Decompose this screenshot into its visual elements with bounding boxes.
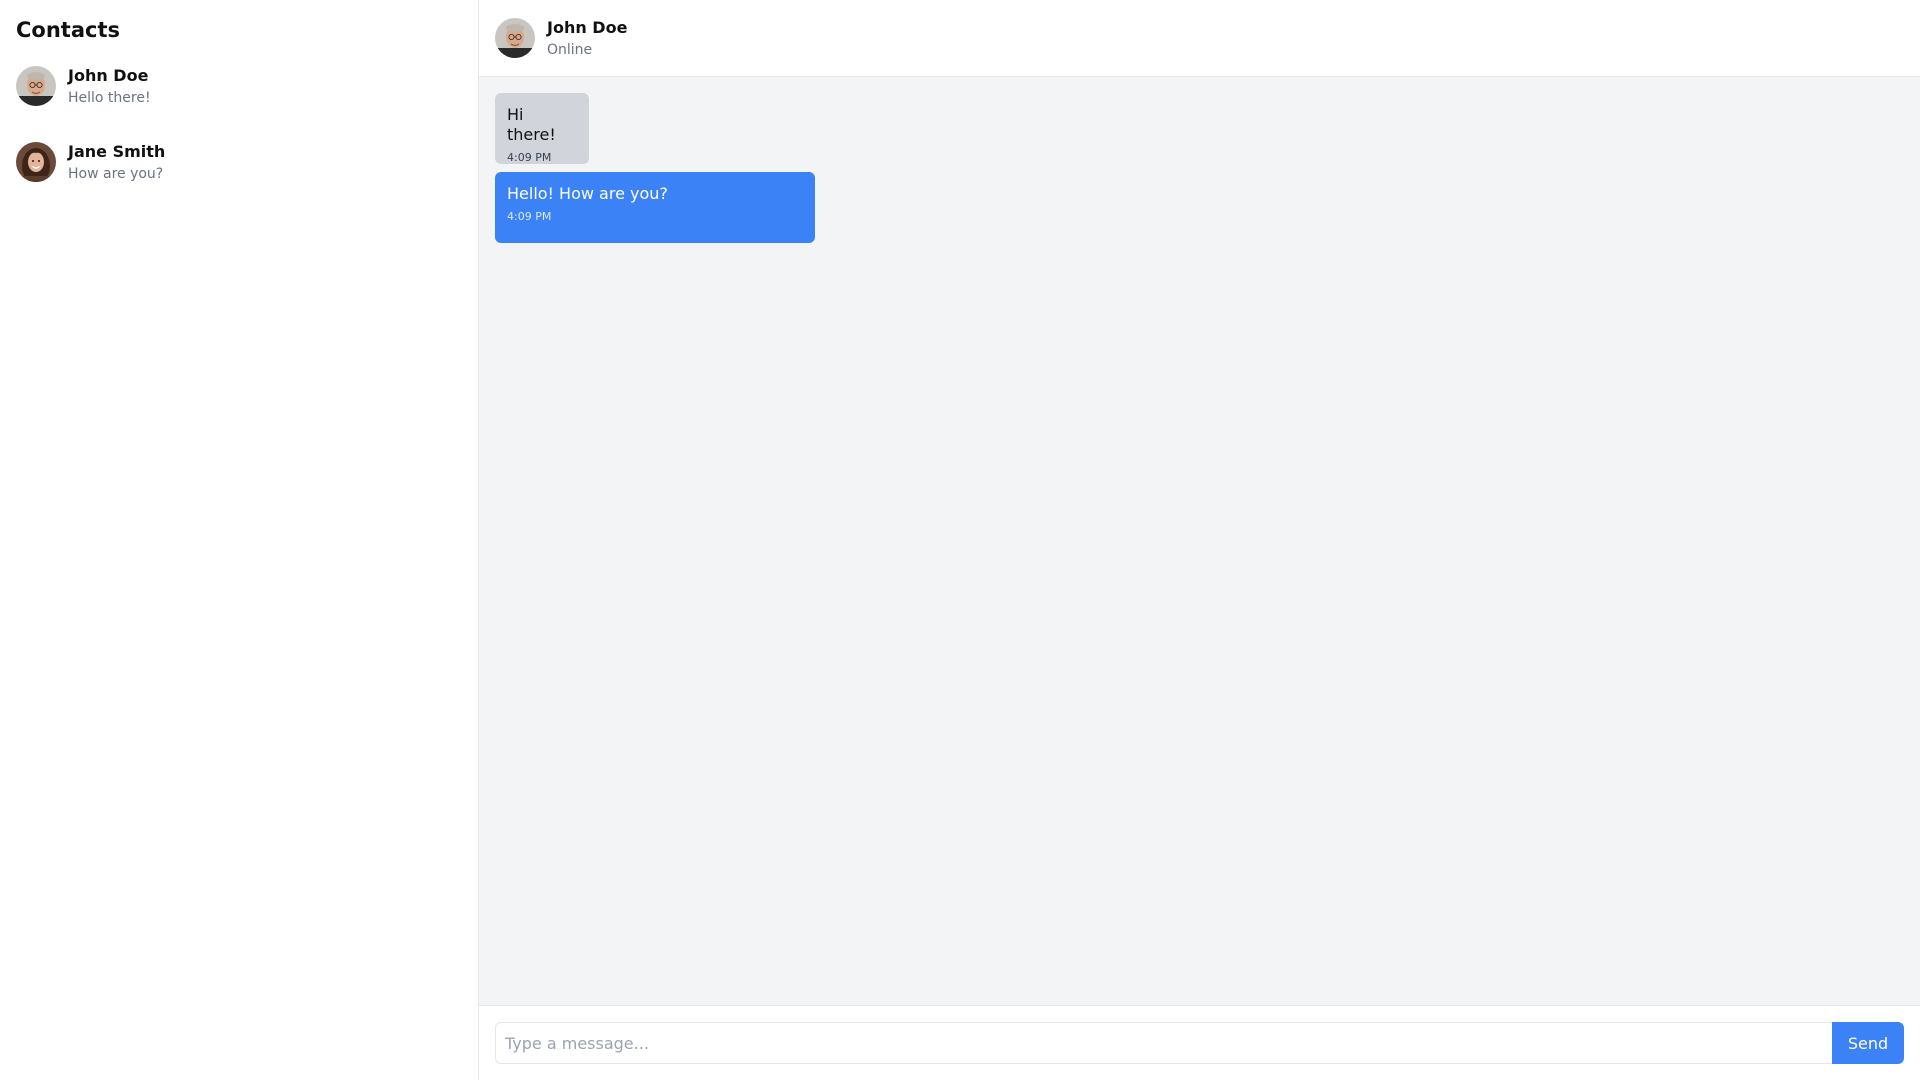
message-input[interactable] [495,1022,1832,1064]
message-text: Hello! How are you? [507,184,668,203]
contact-item-jane-smith[interactable]: Jane Smith How are you? [16,142,462,182]
header-text: John Doe Online [547,18,627,59]
contact-name: John Doe [68,65,149,85]
chat-app: Contacts John Doe Hello there! Jane Smit… [0,0,1920,1080]
message-composer: Send [479,1005,1920,1080]
message-time: 4:09 PM [507,210,552,223]
sidebar-title: Contacts [16,18,120,42]
chat-header: John Doe Online [479,0,1920,77]
message-list: Hi there! 4:09 PM Hello! How are you? 4:… [479,77,1920,1005]
chat-contact-name: John Doe [547,17,628,37]
message-sent: Hello! How are you? 4:09 PM [495,172,815,243]
contact-text: John Doe Hello there! [68,66,151,107]
contact-name: Jane Smith [68,141,166,161]
avatar-man-glasses-icon [16,66,56,106]
contact-last-message: Hello there! [68,89,151,106]
chat-panel: John Doe Online Hi there! 4:09 PM Hello!… [479,0,1920,1080]
contact-last-message: How are you? [68,165,164,182]
avatar-woman-icon [16,142,56,182]
message-time: 4:09 PM [507,151,552,164]
avatar-man-glasses-icon [495,18,535,58]
contact-text: Jane Smith How are you? [68,142,165,183]
send-button[interactable]: Send [1832,1022,1904,1064]
contact-item-john-doe[interactable]: John Doe Hello there! [16,66,462,106]
chat-contact-status: Online [547,41,593,58]
message-received: Hi there! 4:09 PM [495,93,589,164]
message-text: Hi there! [507,105,556,144]
contacts-sidebar: Contacts John Doe Hello there! Jane Smit… [0,0,479,1080]
